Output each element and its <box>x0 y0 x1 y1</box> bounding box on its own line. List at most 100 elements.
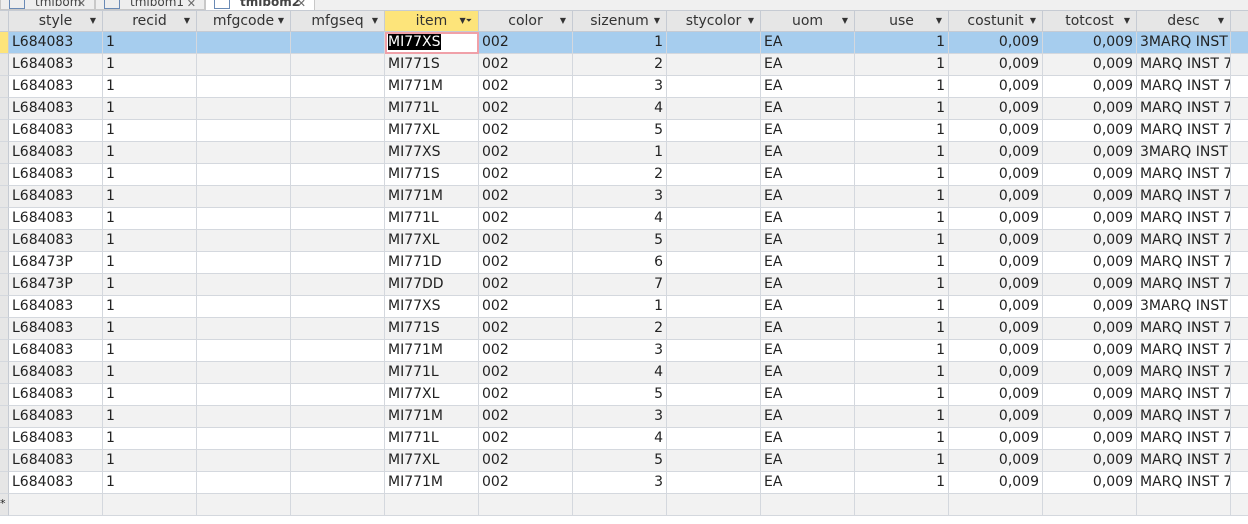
cell-stycolor[interactable] <box>667 32 761 54</box>
cell-totcost[interactable]: 0,009 <box>1043 428 1137 450</box>
cell-use[interactable]: 1 <box>855 208 949 230</box>
cell-uom[interactable]: EA <box>761 296 855 318</box>
cell-w[interactable] <box>1231 120 1248 142</box>
cell-costunit[interactable]: 0,009 <box>949 318 1043 340</box>
cell-mfgseq[interactable] <box>291 186 385 208</box>
cell-mfgcode[interactable] <box>197 340 291 362</box>
column-header-mfgcode[interactable]: mfgcode ▼ <box>197 10 291 32</box>
table-row[interactable]: L684083 1 MI77XS 002 1 EA 1 0,009 0,009 3MARQ INS… <box>0 32 1248 54</box>
cell-uom[interactable]: EA <box>761 406 855 428</box>
cell-uom[interactable]: EA <box>761 384 855 406</box>
cell-use[interactable]: 1 <box>855 340 949 362</box>
cell-style[interactable]: L684083 <box>9 230 103 252</box>
table-row[interactable]: L684083 1 MI771M 002 3 EA 1 0,009 0,009 MARQ INST… <box>0 186 1248 208</box>
cell-mfgseq[interactable] <box>291 54 385 76</box>
table-row[interactable]: L684083 1 MI771L 002 4 EA 1 0,009 0,009 MARQ INST… <box>0 428 1248 450</box>
cell-costunit[interactable]: 0,009 <box>949 296 1043 318</box>
cell-use[interactable]: 1 <box>855 32 949 54</box>
cell-item[interactable]: MI771M <box>385 340 479 362</box>
cell-mfgseq[interactable] <box>291 362 385 384</box>
cell-costunit[interactable]: 0,009 <box>949 362 1043 384</box>
cell-uom[interactable]: EA <box>761 362 855 384</box>
cell-style[interactable]: L684083 <box>9 318 103 340</box>
column-header-recid[interactable]: recid ▼ <box>103 10 197 32</box>
cell-use[interactable]: 1 <box>855 164 949 186</box>
cell-desc[interactable]: MARQ INST 7 <box>1137 164 1231 186</box>
cell-costunit[interactable]: 0,009 <box>949 32 1043 54</box>
cell-mfgcode[interactable] <box>197 230 291 252</box>
cell-w[interactable] <box>1231 54 1248 76</box>
cell-desc[interactable]: MARQ INST 7 <box>1137 54 1231 76</box>
column-header-style[interactable]: style ▼ <box>9 10 103 32</box>
cell-uom[interactable]: EA <box>761 120 855 142</box>
cell-sizenum[interactable]: 2 <box>573 164 667 186</box>
cell-color[interactable]: 002 <box>479 252 573 274</box>
cell-mfgcode[interactable] <box>197 54 291 76</box>
cell-desc[interactable]: MARQ INST 7 <box>1137 450 1231 472</box>
cell-stycolor[interactable] <box>667 252 761 274</box>
cell-totcost[interactable]: 0,009 <box>1043 274 1137 296</box>
row-selector[interactable] <box>0 296 9 318</box>
row-selector[interactable] <box>0 406 9 428</box>
cell-mfgseq[interactable] <box>291 274 385 296</box>
dropdown-arrow-icon[interactable]: ▼ <box>184 11 190 31</box>
cell-mfgcode[interactable] <box>197 164 291 186</box>
cell-desc[interactable]: MARQ INST 7 <box>1137 98 1231 120</box>
table-row[interactable]: L684083 1 MI771M 002 3 EA 1 0,009 0,009 MARQ INST… <box>0 406 1248 428</box>
row-selector[interactable] <box>0 340 9 362</box>
column-header-color[interactable]: color ▼ <box>479 10 573 32</box>
table-row[interactable]: L68473P 1 MI771D 002 6 EA 1 0,009 0,009 MARQ INST… <box>0 252 1248 274</box>
table-row[interactable]: L684083 1 MI771M 002 3 EA 1 0,009 0,009 MARQ INST… <box>0 76 1248 98</box>
cell-style[interactable]: L684083 <box>9 406 103 428</box>
cell-mfgseq[interactable] <box>291 428 385 450</box>
cell-use[interactable]: 1 <box>855 186 949 208</box>
close-icon[interactable]: ✕ <box>77 0 86 10</box>
cell-stycolor[interactable] <box>667 428 761 450</box>
cell-sizenum[interactable]: 3 <box>573 186 667 208</box>
cell-w[interactable] <box>1231 296 1248 318</box>
cell-recid[interactable]: 1 <box>103 142 197 164</box>
row-selector[interactable] <box>0 472 9 494</box>
cell-style[interactable]: L68473P <box>9 274 103 296</box>
row-selector[interactable] <box>0 120 9 142</box>
cell-totcost[interactable]: 0,009 <box>1043 54 1137 76</box>
cell-w[interactable] <box>1231 252 1248 274</box>
table-row[interactable]: L684083 1 MI771L 002 4 EA 1 0,009 0,009 MARQ INST… <box>0 98 1248 120</box>
cell-use[interactable]: 1 <box>855 76 949 98</box>
cell-totcost[interactable]: 0,009 <box>1043 340 1137 362</box>
cell-style[interactable]: L684083 <box>9 362 103 384</box>
cell-use[interactable]: 1 <box>855 120 949 142</box>
cell-totcost[interactable]: 0,009 <box>1043 384 1137 406</box>
cell-desc[interactable]: MARQ INST 7 <box>1137 274 1231 296</box>
cell-recid[interactable]: 1 <box>103 186 197 208</box>
cell-stycolor[interactable] <box>667 494 761 516</box>
row-selector[interactable] <box>0 76 9 98</box>
cell-desc[interactable]: MARQ INST 7 <box>1137 252 1231 274</box>
cell-style[interactable]: L684083 <box>9 450 103 472</box>
cell-uom[interactable]: EA <box>761 32 855 54</box>
cell-costunit[interactable] <box>949 494 1043 516</box>
cell-mfgcode[interactable] <box>197 274 291 296</box>
cell-mfgcode[interactable] <box>197 472 291 494</box>
cell-style[interactable]: L684083 <box>9 54 103 76</box>
cell-mfgcode[interactable] <box>197 362 291 384</box>
cell-uom[interactable]: EA <box>761 76 855 98</box>
table-row[interactable]: L684083 1 MI77XL 002 5 EA 1 0,009 0,009 MARQ INST… <box>0 120 1248 142</box>
cell-uom[interactable] <box>761 494 855 516</box>
cell-stycolor[interactable] <box>667 76 761 98</box>
dropdown-arrow-icon[interactable]: ▼ <box>278 11 284 31</box>
cell-style[interactable]: L684083 <box>9 120 103 142</box>
cell-recid[interactable]: 1 <box>103 428 197 450</box>
row-selector[interactable] <box>0 32 9 54</box>
column-header-mfgseq[interactable]: mfgseq ▼ <box>291 10 385 32</box>
cell-mfgcode[interactable] <box>197 406 291 428</box>
cell-recid[interactable]: 1 <box>103 362 197 384</box>
row-selector[interactable] <box>0 54 9 76</box>
cell-costunit[interactable]: 0,009 <box>949 274 1043 296</box>
cell-costunit[interactable]: 0,009 <box>949 164 1043 186</box>
cell-use[interactable]: 1 <box>855 318 949 340</box>
cell-totcost[interactable]: 0,009 <box>1043 186 1137 208</box>
column-header-uom[interactable]: uom ▼ <box>761 10 855 32</box>
cell-mfgcode[interactable] <box>197 252 291 274</box>
cell-uom[interactable]: EA <box>761 208 855 230</box>
